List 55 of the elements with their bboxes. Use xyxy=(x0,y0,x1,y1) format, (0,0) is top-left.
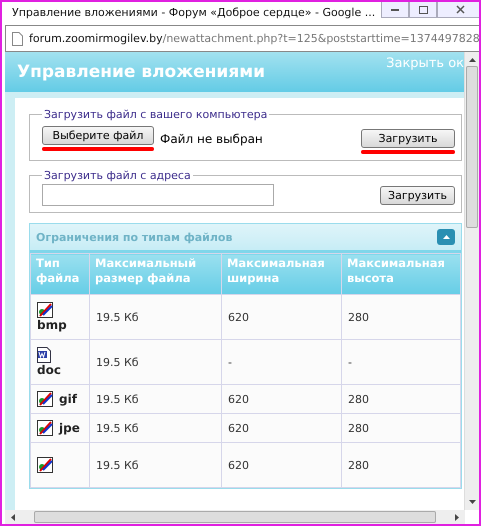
column-header: Максимальная ширина xyxy=(221,254,342,294)
horizontal-scrollbar[interactable] xyxy=(5,510,465,524)
choose-file-button[interactable]: Выберите файл xyxy=(42,126,154,145)
minimize-icon xyxy=(391,8,400,12)
section-title: Ограничения по типам файлов xyxy=(36,230,232,244)
file-type-text: bmp xyxy=(37,318,67,332)
table-cell: 280 xyxy=(342,414,460,442)
table-cell: - xyxy=(221,340,342,384)
group-legend: Загрузить файл с адреса xyxy=(42,169,193,182)
table-cell: - xyxy=(342,340,460,384)
triangle-icon xyxy=(442,234,450,240)
file-type-text: gif xyxy=(59,392,77,406)
scroll-left-icon[interactable] xyxy=(11,514,15,520)
column-header: Максимальная высота xyxy=(342,254,460,294)
collapse-button[interactable] xyxy=(437,229,455,245)
upload-button[interactable]: Загрузить xyxy=(380,186,455,204)
table-cell: 19.5 Кб xyxy=(90,294,222,340)
group-legend: Загрузить файл с вашего компьютера xyxy=(42,108,270,121)
window-title: Управление вложениями - Форум «Доброе сердце» - Google ... xyxy=(12,6,376,18)
column-header: Максимальный размер файла xyxy=(90,254,222,294)
table-cell: 19.5 Кб xyxy=(90,442,222,488)
url-text: forum.zoomirmogilev.by/newattachment.php?t=125&poststarttime=1374497828 xyxy=(29,32,479,45)
file-status-text: Файл не выбран xyxy=(160,132,264,146)
close-icon xyxy=(456,5,465,14)
table-cell: 620 xyxy=(221,414,342,442)
minimize-button[interactable] xyxy=(381,2,410,18)
maximize-button[interactable] xyxy=(409,2,438,18)
vertical-scrollbar[interactable] xyxy=(464,52,479,510)
file-type-text: doc xyxy=(37,363,61,377)
table-cell: 19.5 Кб xyxy=(90,414,222,442)
table-cell: 620 xyxy=(221,294,342,340)
close-button[interactable] xyxy=(437,2,479,18)
url-input-field[interactable] xyxy=(42,184,274,206)
table-cell: 19.5 Кб xyxy=(90,384,222,414)
table-cell: 620 xyxy=(221,442,342,488)
table-cell: 280 xyxy=(342,442,460,488)
image-file-icon xyxy=(37,391,53,407)
scroll-down-icon[interactable] xyxy=(468,500,476,504)
upload-button[interactable]: Загрузить xyxy=(361,129,455,148)
maximize-icon xyxy=(418,6,428,14)
page-title: Управление вложениями xyxy=(17,62,266,82)
table-cell: 280 xyxy=(342,384,460,414)
image-file-icon xyxy=(37,457,53,473)
address-field[interactable]: forum.zoomirmogilev.by/newattachment.php?t=125&poststarttime=1374497828 xyxy=(5,25,479,52)
file-type-text: jpe xyxy=(59,421,80,435)
column-header: Тип файла xyxy=(30,254,90,294)
scroll-right-icon[interactable] xyxy=(455,514,459,520)
image-file-icon xyxy=(37,420,53,436)
table-cell: 19.5 Кб xyxy=(90,340,222,384)
table-cell: 280 xyxy=(342,294,460,340)
scroll-up-icon[interactable] xyxy=(468,58,476,62)
page-icon xyxy=(12,32,23,46)
image-file-icon xyxy=(37,302,53,318)
word-document-icon xyxy=(37,347,51,363)
table-cell: 620 xyxy=(221,384,342,414)
